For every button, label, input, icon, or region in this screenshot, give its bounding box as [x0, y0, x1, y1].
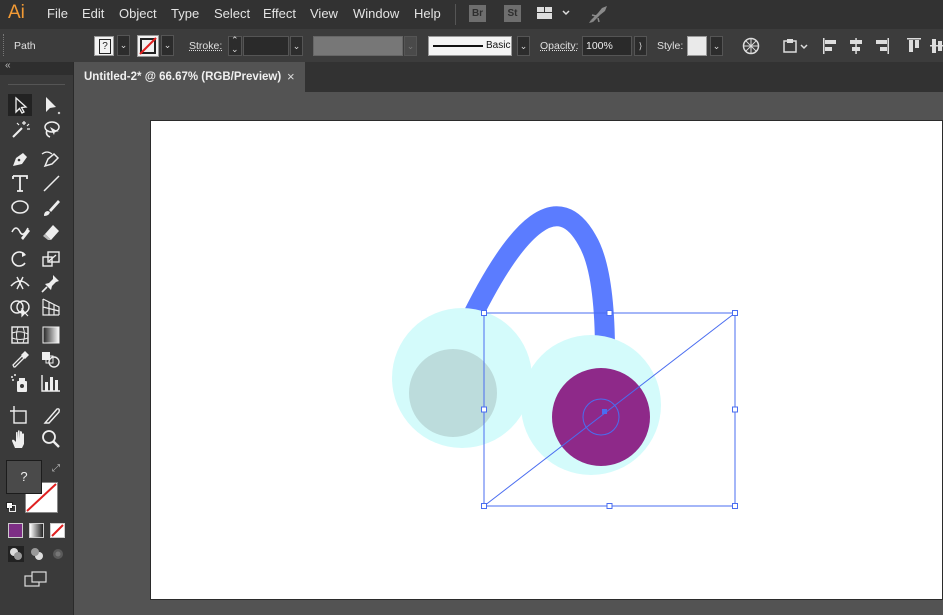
artwork-canvas	[392, 206, 738, 509]
path-center-point[interactable]	[602, 409, 607, 414]
right-ear-cup[interactable]	[552, 368, 650, 466]
